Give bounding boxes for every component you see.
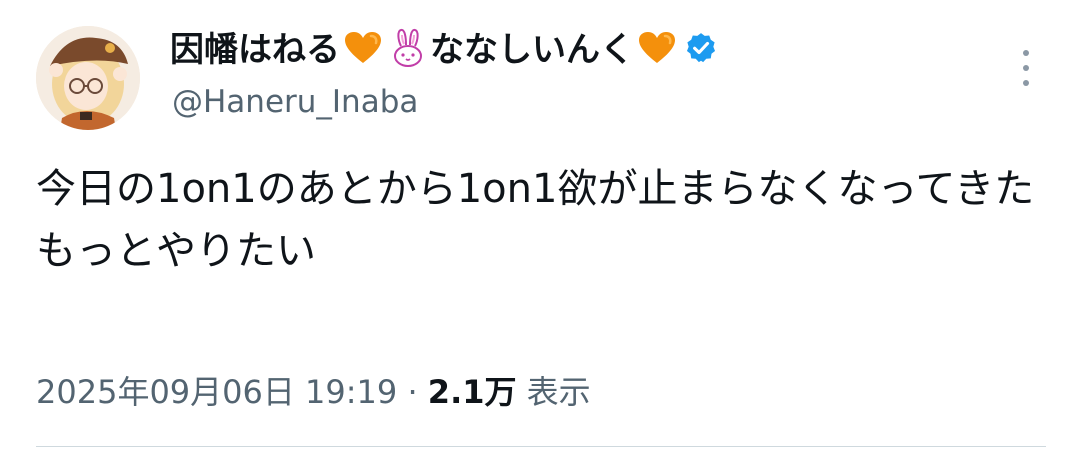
avatar[interactable] [36,26,140,130]
divider [36,446,1046,447]
avatar-illustration [36,26,140,130]
verified-badge-icon[interactable] [684,31,718,69]
tweet-card: 因幡はねる ななしいんく @Haneru_Inaba 今日の1on1のあとから1… [0,0,1080,452]
author-name-row[interactable]: 因幡はねる ななしいんく [170,28,722,72]
orange-heart-icon [638,31,676,69]
author-handle[interactable]: @Haneru_Inaba [172,82,418,122]
orange-heart-icon [344,31,382,69]
rabbit-icon [390,28,426,72]
meta-separator: · [407,373,418,411]
more-dot [1023,65,1029,71]
views-count: 2.1万 [427,373,517,411]
views-label: 表示 [526,373,591,411]
display-name-part2[interactable]: ななしいんく [430,28,634,72]
more-dot [1023,50,1029,56]
more-dot [1023,80,1029,86]
tweet-text: 今日の1on1のあとから1on1欲が止まらなくなってきた もっとやりたい [36,166,1035,274]
more-options-icon[interactable] [1012,50,1040,86]
display-name-part1[interactable]: 因幡はねる [170,28,340,72]
tweet-meta: 2025年09月06日 19:19 · 2.1万 表示 [36,370,591,414]
timestamp[interactable]: 2025年09月06日 19:19 [36,373,397,411]
